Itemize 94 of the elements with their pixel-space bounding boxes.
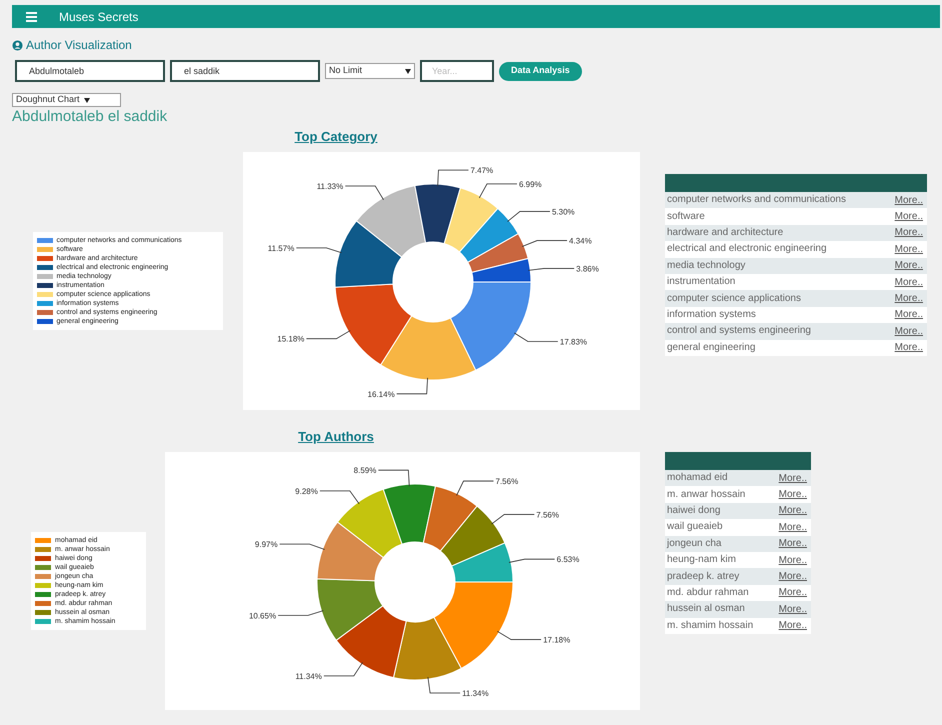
- value-label: 11.34%: [295, 672, 322, 681]
- year-field[interactable]: Year...: [420, 60, 494, 82]
- table-cell: hardware and architecture: [665, 224, 888, 242]
- more-link[interactable]: More..: [894, 211, 923, 222]
- value-label: 17.18%: [543, 636, 570, 645]
- value-label: 11.34%: [462, 688, 489, 698]
- more-link[interactable]: More..: [778, 522, 807, 533]
- more-link[interactable]: More..: [894, 326, 923, 337]
- value-label: 11.57%: [268, 244, 294, 253]
- leader-line: [396, 377, 428, 394]
- leader-line: [319, 490, 360, 504]
- value-label: 9.28%: [295, 486, 318, 496]
- more-link[interactable]: More..: [894, 227, 923, 238]
- leader-line: [522, 240, 568, 247]
- user-circle-icon: [12, 40, 23, 50]
- table-cell: general engineering: [665, 340, 888, 356]
- more-link[interactable]: More..: [778, 620, 807, 632]
- table-cell: electrical and electronic engineering: [665, 241, 888, 258]
- more-link[interactable]: More..: [778, 538, 807, 550]
- table-cell: m. anwar hossain: [665, 486, 772, 503]
- table-cell: instrumentation: [665, 274, 888, 290]
- more-link[interactable]: More..: [894, 276, 923, 288]
- more-link[interactable]: More..: [894, 244, 923, 255]
- table-cell: media technology: [665, 258, 888, 274]
- app-title: Muses Secrets: [59, 8, 138, 26]
- more-link[interactable]: More..: [894, 342, 923, 354]
- dropdown-arrow-icon: [405, 68, 411, 74]
- value-label: 4.34%: [569, 236, 592, 246]
- table-cell: pradeep k. atrey: [665, 568, 772, 585]
- more-link[interactable]: More..: [778, 587, 807, 598]
- page-title: Author Visualization: [26, 37, 132, 54]
- table-cell: software: [665, 208, 888, 225]
- value-label: 9.97%: [254, 540, 278, 550]
- value-label: 7.56%: [536, 510, 559, 520]
- leader-line: [507, 211, 550, 222]
- value-label: 16.14%: [368, 390, 395, 399]
- leader-line: [378, 470, 410, 487]
- leader-line: [528, 268, 575, 271]
- value-label: 5.30%: [552, 207, 575, 216]
- table-cell: heung-nam kim: [665, 552, 772, 568]
- leader-line: [496, 630, 542, 640]
- table-cell: mohamad eid: [665, 470, 772, 486]
- more-link[interactable]: More..: [778, 489, 807, 500]
- table-cell: computer networks and communications: [665, 192, 888, 208]
- section-title[interactable]: Top Category: [294, 126, 378, 148]
- value-label: 11.33%: [316, 182, 344, 192]
- chart-type-select[interactable]: Doughnut Chart: [12, 93, 121, 107]
- leader-line: [514, 332, 558, 342]
- value-label: 6.53%: [556, 555, 580, 564]
- leader-line: [344, 186, 384, 200]
- section-title[interactable]: Top Authors: [298, 426, 374, 448]
- table-cell: jongeun cha: [665, 536, 772, 552]
- leader-line: [278, 610, 324, 616]
- value-label: 8.59%: [354, 466, 376, 476]
- leader-line: [428, 676, 460, 694]
- value-label: 10.65%: [248, 611, 276, 620]
- value-label: 6.99%: [519, 180, 542, 189]
- leader-line: [508, 558, 556, 563]
- table-cell: control and systems engineering: [665, 323, 888, 340]
- more-link[interactable]: More..: [894, 194, 923, 206]
- table-cell: md. abdur rahman: [665, 584, 772, 602]
- leader-line: [491, 514, 535, 524]
- table-cell: hussein al osman: [665, 601, 772, 618]
- more-link[interactable]: More..: [778, 604, 807, 615]
- leader-line: [279, 544, 326, 550]
- table-cell: wail gueaieb: [665, 519, 772, 536]
- value-label: 7.47%: [470, 166, 494, 176]
- menu-icon[interactable]: [26, 12, 37, 22]
- leader-line: [296, 247, 342, 254]
- last-name-field[interactable]: el saddik: [170, 60, 320, 82]
- leader-line: [478, 183, 518, 198]
- value-label: 15.18%: [277, 334, 304, 344]
- more-link[interactable]: More..: [894, 309, 923, 320]
- table-cell: m. shamim hossain: [665, 618, 772, 634]
- more-link[interactable]: More..: [894, 293, 923, 304]
- value-label: 7.56%: [496, 477, 518, 486]
- more-link[interactable]: More..: [894, 260, 923, 272]
- more-link[interactable]: More..: [778, 472, 807, 484]
- table-cell: computer science applications: [665, 290, 888, 307]
- value-label: 17.83%: [560, 338, 588, 346]
- more-link[interactable]: More..: [778, 554, 807, 566]
- leader-line: [323, 662, 363, 676]
- dropdown-arrow-icon: [84, 98, 90, 102]
- first-name-field[interactable]: Abdulmotaleb: [15, 60, 165, 82]
- value-label: 3.86%: [576, 264, 599, 274]
- leader-line: [437, 170, 469, 187]
- more-link[interactable]: More..: [778, 505, 807, 516]
- limit-select[interactable]: No Limit: [325, 63, 415, 79]
- table-cell: haiwei dong: [665, 502, 772, 520]
- leader-line: [456, 480, 494, 496]
- table-cell: information systems: [665, 306, 888, 324]
- more-link[interactable]: More..: [778, 571, 807, 582]
- author-heading: Abdulmotaleb el saddik: [12, 108, 168, 126]
- leader-line: [306, 330, 351, 340]
